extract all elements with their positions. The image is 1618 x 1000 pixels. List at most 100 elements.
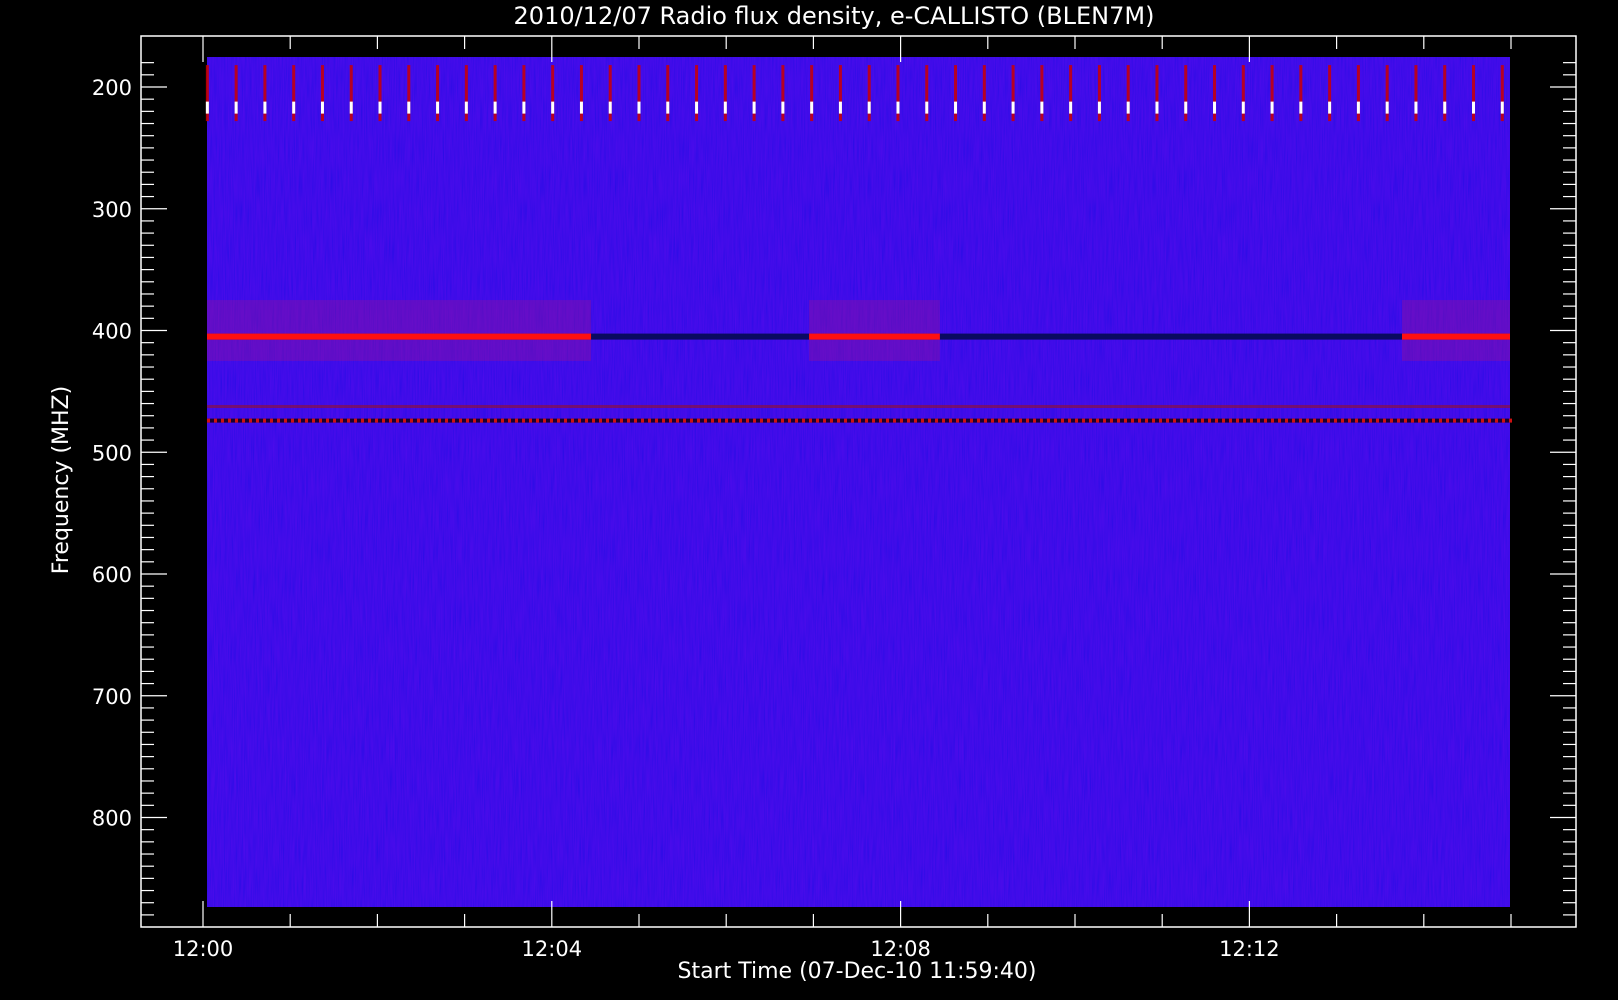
interference-dash <box>1278 418 1281 423</box>
burst-core <box>1126 101 1130 114</box>
interference-dash <box>1075 418 1078 423</box>
interference-dash <box>228 418 231 423</box>
interference-dash <box>606 418 609 423</box>
interference-dash <box>1453 418 1456 423</box>
interference-dash <box>543 418 546 423</box>
interference-dash <box>1257 418 1260 423</box>
interference-dash <box>1173 418 1176 423</box>
interference-dash <box>872 418 875 423</box>
interference-dash <box>403 418 406 423</box>
interference-dash <box>1054 418 1057 423</box>
burst-core <box>579 101 583 114</box>
interference-dash <box>242 418 245 423</box>
carrier-band-halo <box>809 300 940 361</box>
interference-dash <box>1488 418 1491 423</box>
burst-core <box>1011 101 1015 114</box>
interference-dash <box>648 418 651 423</box>
x-tick-label: 12:12 <box>1219 937 1280 961</box>
carrier-band-halo <box>207 300 592 361</box>
carrier-band-halo <box>1402 300 1510 361</box>
interference-dash <box>949 418 952 423</box>
interference-dash <box>851 418 854 423</box>
interference-dash <box>928 418 931 423</box>
interference-dash <box>1418 418 1421 423</box>
interference-dash <box>725 418 728 423</box>
interference-dash <box>235 418 238 423</box>
burst-core <box>982 101 986 114</box>
interference-dash <box>536 418 539 423</box>
interference-dash <box>291 418 294 423</box>
interference-dash <box>781 418 784 423</box>
interference-dash <box>410 418 413 423</box>
interference-dash <box>1327 418 1330 423</box>
interference-dash <box>571 418 574 423</box>
y-tick-label: 500 <box>92 441 132 465</box>
interference-dash <box>347 418 350 423</box>
interference-dash <box>1495 418 1498 423</box>
interference-dash <box>1369 418 1372 423</box>
interference-dash <box>1187 418 1190 423</box>
interference-dash <box>249 418 252 423</box>
burst-core <box>810 101 814 114</box>
burst-core <box>954 101 958 114</box>
interference-dash <box>480 418 483 423</box>
burst-core <box>1500 101 1504 114</box>
interference-dash <box>1033 418 1036 423</box>
burst-core <box>522 101 526 114</box>
interference-dash <box>1222 418 1225 423</box>
interference-dash <box>935 418 938 423</box>
y-axis-label: Frequency (MHZ) <box>49 386 74 574</box>
interference-dash <box>1124 418 1127 423</box>
interference-dash <box>368 418 371 423</box>
burst-core <box>723 101 727 114</box>
interference-dash <box>1110 418 1113 423</box>
burst-core <box>867 101 871 114</box>
interference-dash <box>1362 418 1365 423</box>
burst-core <box>349 101 353 114</box>
burst-core <box>1213 101 1217 114</box>
x-tick-label: 12:04 <box>522 937 583 961</box>
interference-dash <box>1313 418 1316 423</box>
burst-core <box>1241 101 1245 114</box>
interference-dash <box>683 418 686 423</box>
interference-dash <box>1243 418 1246 423</box>
burst-core <box>234 101 238 114</box>
burst-core <box>263 101 267 114</box>
interference-dash <box>326 418 329 423</box>
interference-dash <box>277 418 280 423</box>
interference-dash <box>298 418 301 423</box>
interference-dash <box>438 418 441 423</box>
interference-dash <box>753 418 756 423</box>
interference-dash <box>354 418 357 423</box>
interference-dash <box>578 418 581 423</box>
interference-dash <box>1019 418 1022 423</box>
interference-dash <box>487 418 490 423</box>
y-tick-labels: 200 300 400 500 600 700 800 <box>92 76 132 831</box>
interference-dash <box>907 418 910 423</box>
interference-dash <box>1040 418 1043 423</box>
burst-core <box>1414 101 1418 114</box>
interference-dash <box>1047 418 1050 423</box>
interference-dash <box>1425 418 1428 423</box>
interference-dash <box>592 418 595 423</box>
carrier-band-on <box>207 333 592 340</box>
interference-dash <box>1509 418 1512 423</box>
interference-dash <box>879 418 882 423</box>
interference-dash <box>550 418 553 423</box>
interference-dash <box>963 418 966 423</box>
interference-dash <box>620 418 623 423</box>
interference-dash <box>1446 418 1449 423</box>
interference-dash <box>522 418 525 423</box>
spectrogram-chart: 2010/12/07 Radio flux density, e-CALLIST… <box>49 2 1577 984</box>
interference-dash <box>515 418 518 423</box>
interference-dash <box>1089 418 1092 423</box>
interference-dash <box>816 418 819 423</box>
interference-dash <box>1229 418 1232 423</box>
interference-dash <box>1474 418 1477 423</box>
interference-dash <box>809 418 812 423</box>
burst-core <box>1184 101 1188 114</box>
interference-dash <box>900 418 903 423</box>
interference-dash <box>977 418 980 423</box>
interference-dash <box>1208 418 1211 423</box>
interference-dash <box>382 418 385 423</box>
